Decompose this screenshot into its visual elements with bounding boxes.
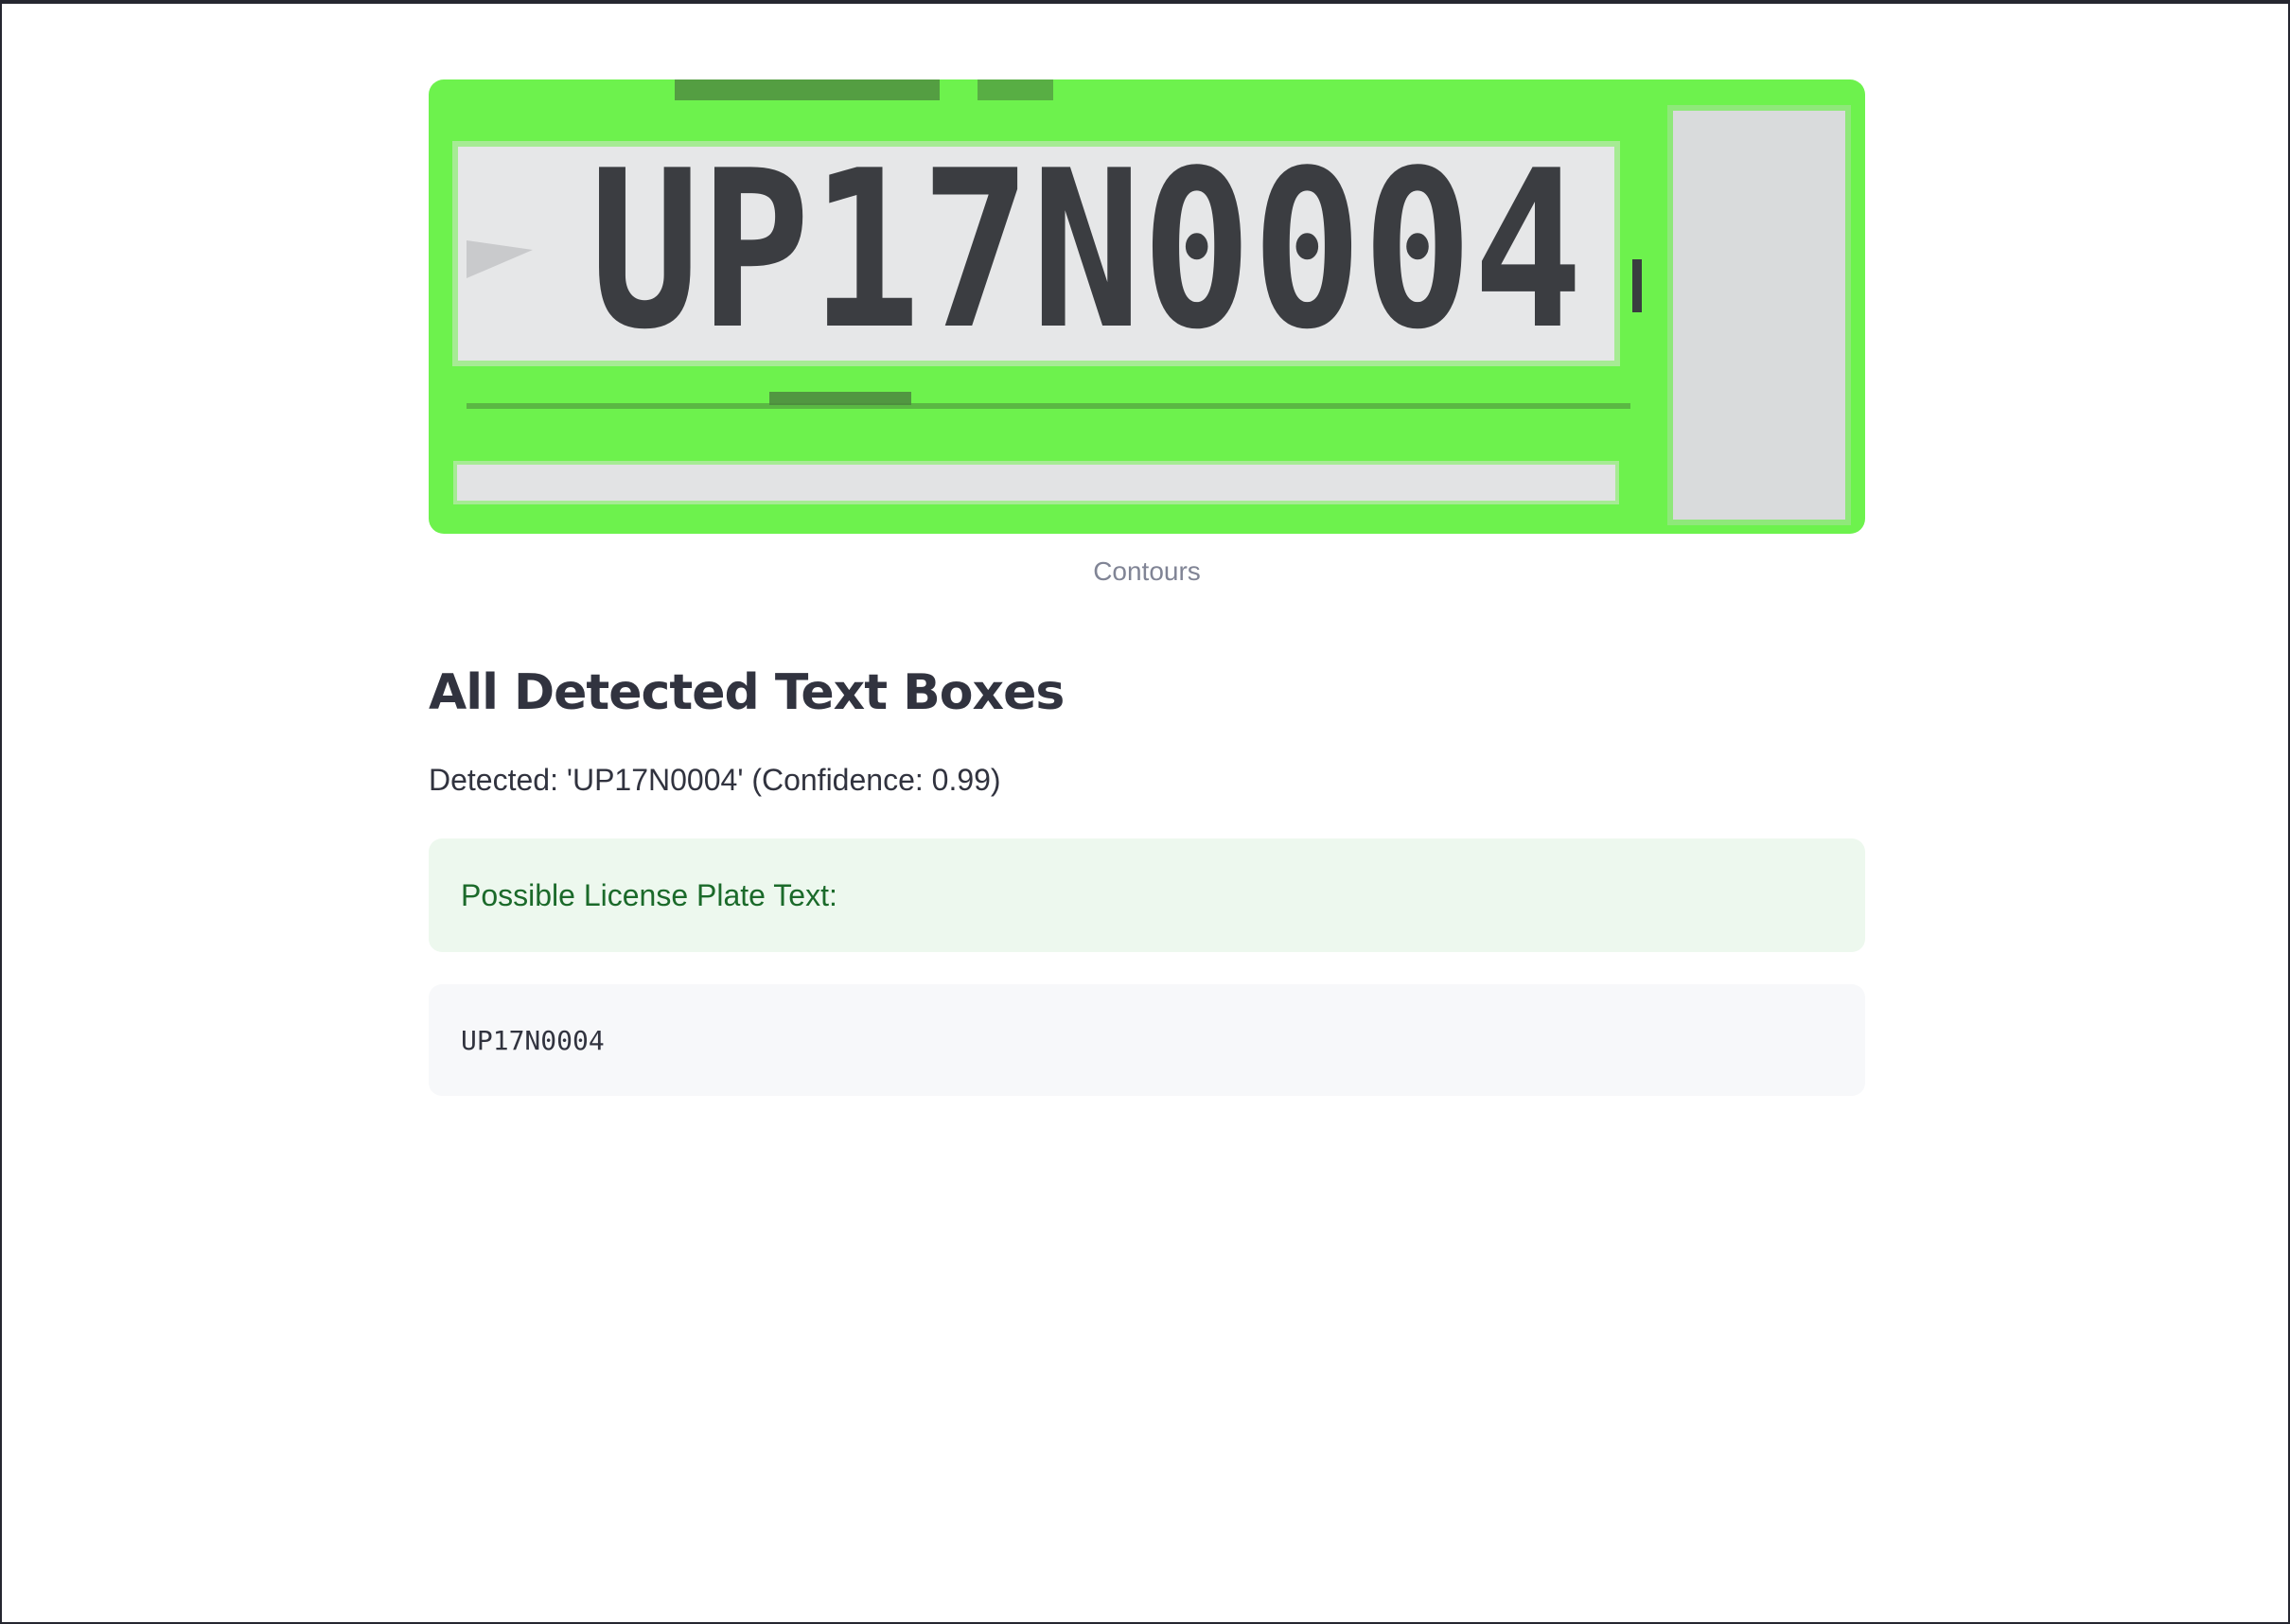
success-alert-message: Possible License Plate Text:	[461, 877, 837, 912]
contours-figure: UP17N0004 Contours	[429, 79, 1865, 589]
detected-text-line: Detected: 'UP17N0004' (Confidence: 0.99)	[429, 763, 1001, 797]
success-alert: Possible License Plate Text:	[429, 838, 1865, 952]
code-block-text: UP17N0004	[461, 1024, 605, 1056]
section-heading: All Detected Text Boxes	[429, 664, 1065, 721]
contours-image: UP17N0004	[429, 79, 1865, 534]
plate-characters: UP17N0004	[590, 125, 1583, 378]
main-content: UP17N0004 Contours All Detected Text Box…	[429, 79, 1865, 1096]
image-caption: Contours	[1093, 556, 1201, 586]
code-block[interactable]: UP17N0004	[429, 984, 1865, 1096]
